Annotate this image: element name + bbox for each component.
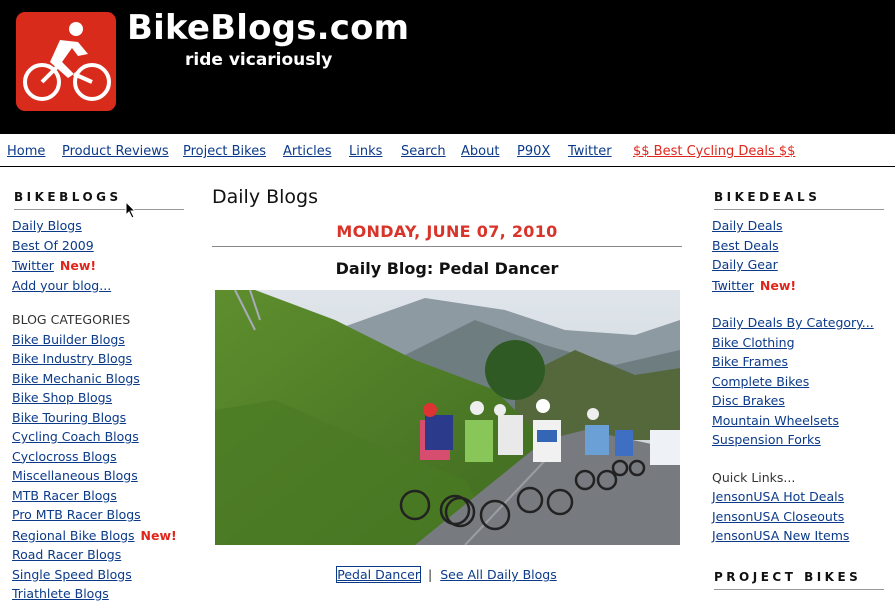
page-title: Daily Blogs: [212, 186, 319, 208]
cycling-race-photo: [215, 290, 680, 545]
site-header: BikeBlogs.com ride vicariously: [0, 0, 895, 134]
category-cyclocross[interactable]: Cyclocross Blogs: [12, 447, 184, 467]
sidebar-heading-project-bikes: PROJECT BIKES: [714, 570, 884, 590]
main-content: Daily Blogs MONDAY, JUNE 07, 2010 Daily …: [212, 186, 682, 583]
nav-p90x[interactable]: P90X: [517, 144, 550, 159]
site-logo[interactable]: [16, 12, 116, 111]
left-sidebar: BIKEBLOGS Daily Blogs Best Of 2009 Twitt…: [12, 190, 184, 604]
deals-bike-clothing[interactable]: Bike Clothing: [712, 333, 884, 353]
quick-link-hot-deals[interactable]: JensonUSA Hot Deals: [712, 487, 884, 507]
deals-by-category-link[interactable]: Daily Deals By Category...: [712, 313, 884, 333]
deals-bike-frames[interactable]: Bike Frames: [712, 352, 884, 372]
nav-articles[interactable]: Articles: [283, 144, 331, 159]
category-bike-industry[interactable]: Bike Industry Blogs: [12, 349, 184, 369]
category-bike-builder[interactable]: Bike Builder Blogs: [12, 330, 184, 350]
site-title[interactable]: BikeBlogs.com: [127, 8, 409, 48]
deals-daily-deals[interactable]: Daily Deals: [712, 216, 884, 236]
category-single-speed[interactable]: Single Speed Blogs: [12, 565, 184, 585]
post-links: Pedal Dancer | See All Daily Blogs: [212, 566, 682, 583]
nav-best-deals[interactable]: $$ Best Cycling Deals $$: [633, 144, 795, 159]
sidebar-item-twitter[interactable]: Twitter: [12, 258, 54, 273]
deals-complete-bikes[interactable]: Complete Bikes: [712, 372, 884, 392]
new-badge: New!: [759, 277, 797, 293]
deals-suspension-forks[interactable]: Suspension Forks: [712, 430, 884, 450]
category-bike-mechanic[interactable]: Bike Mechanic Blogs: [12, 369, 184, 389]
cyclist-icon: [23, 22, 111, 101]
nav-home[interactable]: Home: [7, 144, 45, 159]
category-miscellaneous[interactable]: Miscellaneous Blogs: [12, 466, 184, 486]
main-nav: Home Product Reviews Project Bikes Artic…: [0, 134, 895, 167]
nav-project-bikes[interactable]: Project Bikes: [183, 144, 266, 159]
sidebar-heading-bikedeals: BIKEDEALS: [714, 190, 884, 210]
sidebar-item-best-of-2009[interactable]: Best Of 2009: [12, 236, 184, 256]
deals-best-deals[interactable]: Best Deals: [712, 236, 884, 256]
quick-link-new-items[interactable]: JensonUSA New Items: [712, 526, 884, 546]
post-title[interactable]: Daily Blog: Pedal Dancer: [212, 259, 682, 278]
right-sidebar: BIKEDEALS Daily Deals Best Deals Daily G…: [712, 190, 884, 596]
deals-daily-gear[interactable]: Daily Gear: [712, 255, 884, 275]
category-bike-touring[interactable]: Bike Touring Blogs: [12, 408, 184, 428]
nav-twitter[interactable]: Twitter: [568, 144, 612, 159]
quick-link-closeouts[interactable]: JensonUSA Closeouts: [712, 507, 884, 527]
category-mtb-racer[interactable]: MTB Racer Blogs: [12, 486, 184, 506]
category-regional-bike[interactable]: Regional Bike Blogs: [12, 528, 135, 543]
new-badge: New!: [140, 527, 177, 543]
nav-product-reviews[interactable]: Product Reviews: [62, 144, 169, 159]
sidebar-heading-bikeblogs: BIKEBLOGS: [14, 190, 184, 210]
category-pro-mtb-racer[interactable]: Pro MTB Racer Blogs: [12, 505, 184, 525]
mouse-cursor-icon: [125, 201, 137, 219]
nav-links[interactable]: Links: [349, 144, 382, 159]
deals-twitter[interactable]: Twitter: [712, 278, 754, 293]
sidebar-item-add-your-blog[interactable]: Add your blog...: [12, 276, 184, 296]
nav-about[interactable]: About: [461, 144, 499, 159]
sidebar-item-daily-blogs[interactable]: Daily Blogs: [12, 216, 184, 236]
blog-categories-heading: BLOG CATEGORIES: [12, 312, 131, 327]
category-cycling-coach[interactable]: Cycling Coach Blogs: [12, 427, 184, 447]
category-triathlete[interactable]: Triathlete Blogs: [12, 584, 184, 604]
quick-links-heading: Quick Links...: [712, 469, 796, 485]
site-tagline: ride vicariously: [185, 50, 333, 70]
pedal-dancer-link[interactable]: Pedal Dancer: [336, 566, 421, 583]
new-badge: New!: [59, 258, 97, 273]
post-photo[interactable]: [215, 290, 680, 545]
deals-mountain-wheelsets[interactable]: Mountain Wheelsets: [712, 411, 884, 431]
link-separator: |: [428, 567, 433, 582]
post-date: MONDAY, JUNE 07, 2010: [212, 222, 682, 247]
see-all-daily-blogs-link[interactable]: See All Daily Blogs: [440, 567, 557, 582]
category-road-racer[interactable]: Road Racer Blogs: [12, 545, 184, 565]
nav-search[interactable]: Search: [401, 144, 446, 159]
category-bike-shop[interactable]: Bike Shop Blogs: [12, 388, 184, 408]
deals-disc-brakes[interactable]: Disc Brakes: [712, 391, 884, 411]
